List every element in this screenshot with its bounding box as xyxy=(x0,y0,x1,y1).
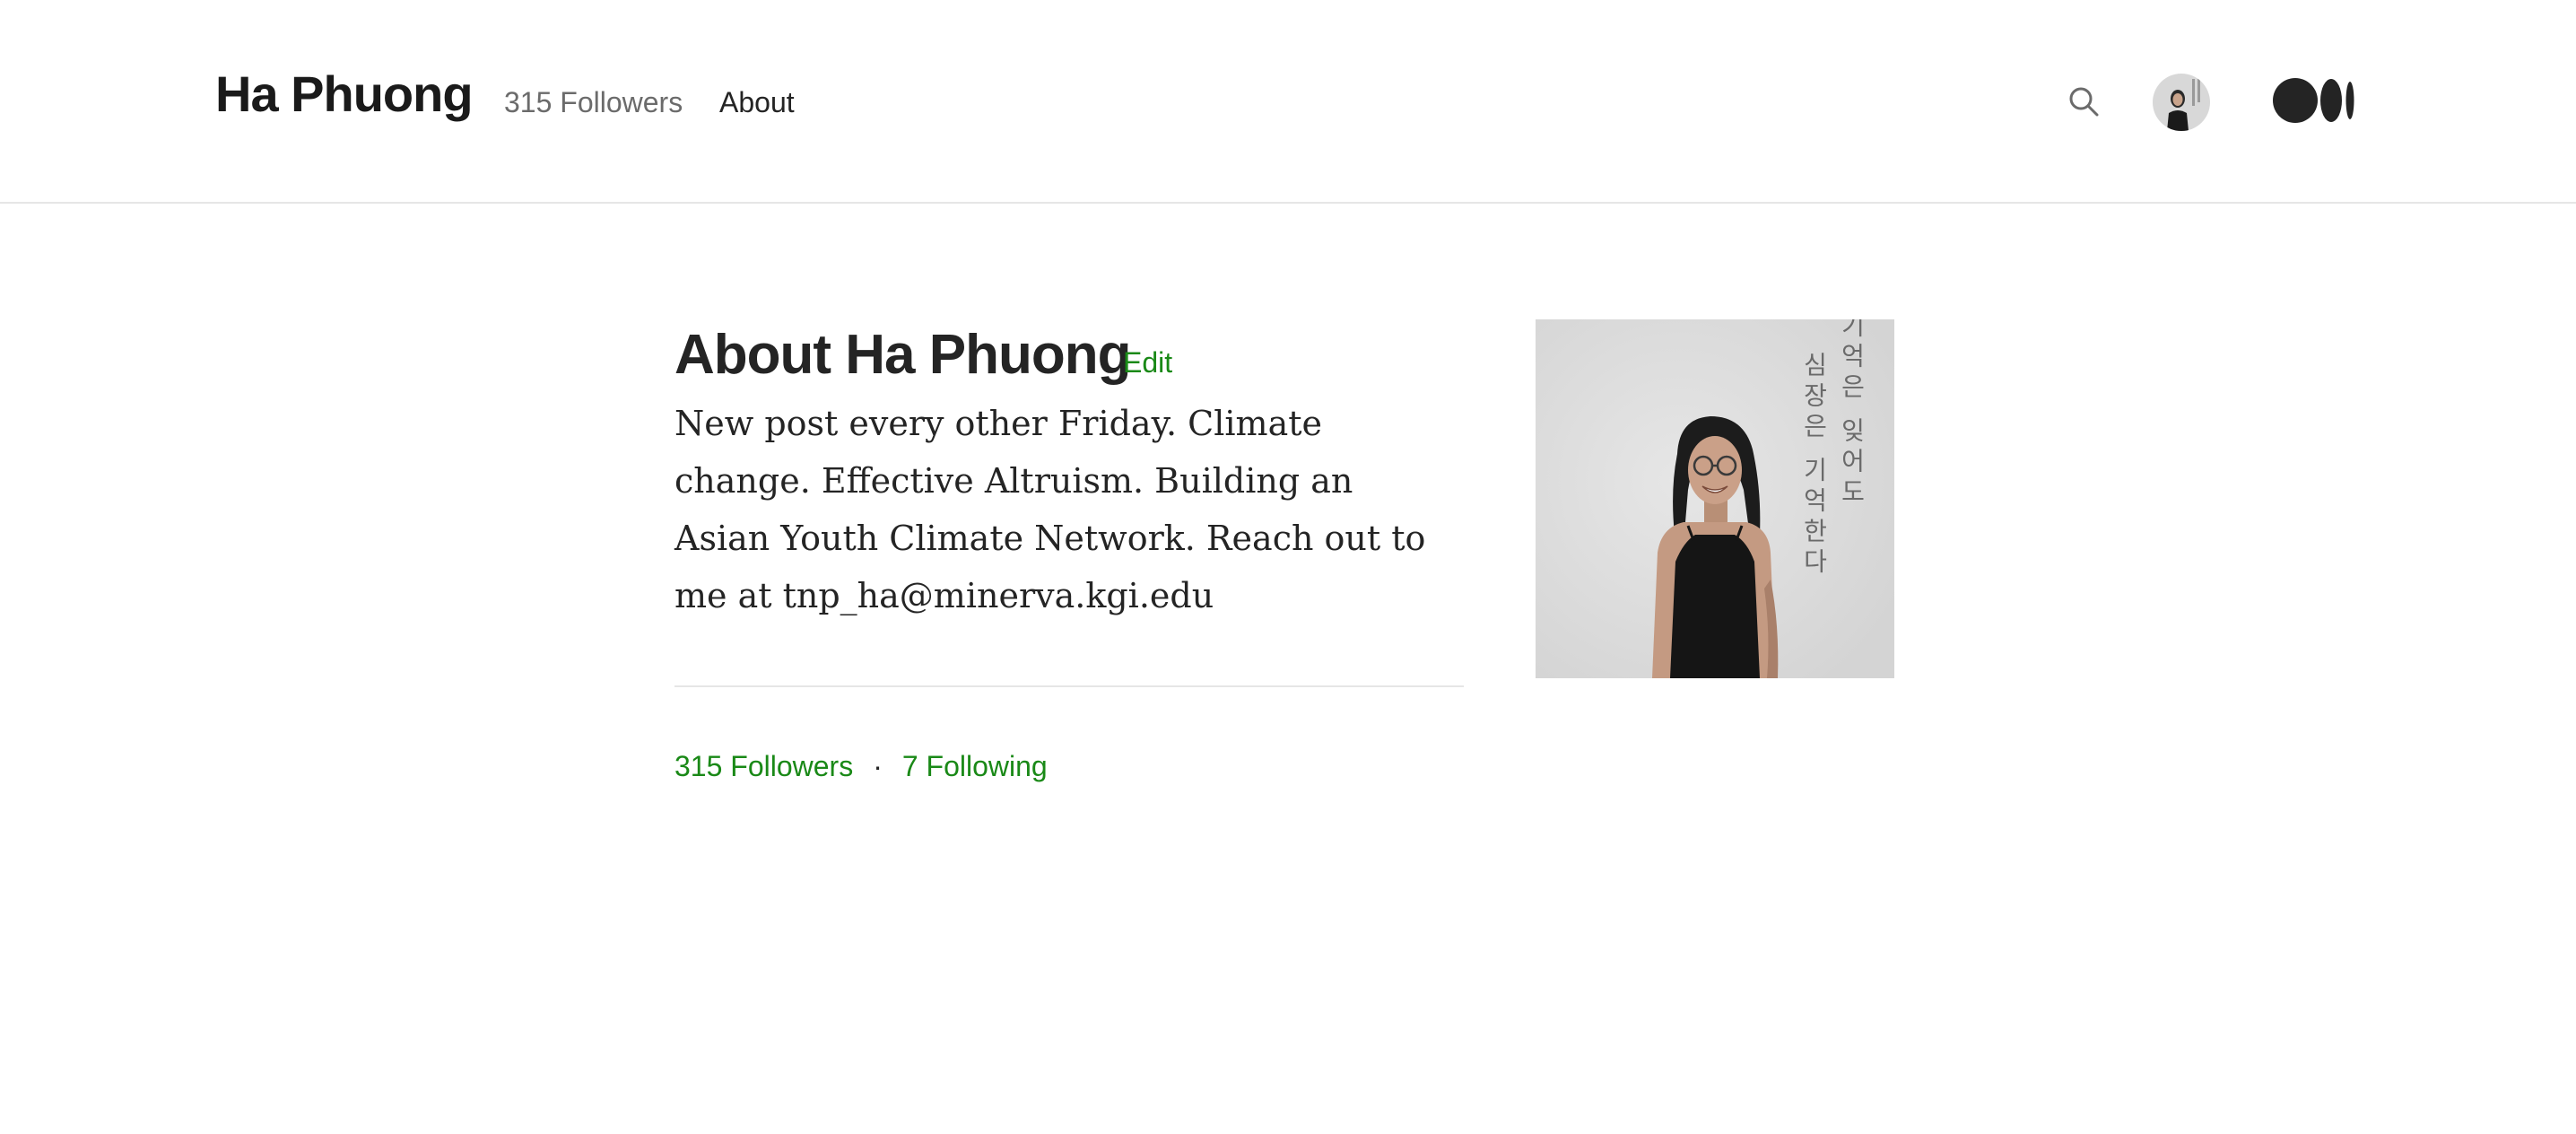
following-link[interactable]: 7 Following xyxy=(902,750,1048,782)
separator-dot: · xyxy=(873,750,883,782)
top-navigation-bar: Ha Phuong 315 Followers About xyxy=(0,0,2576,204)
medium-logo-icon[interactable] xyxy=(2273,77,2355,124)
follow-stats: 315 Followers · 7 Following xyxy=(674,748,1048,784)
nav-followers-link[interactable]: 315 Followers xyxy=(504,84,683,120)
user-avatar[interactable] xyxy=(2153,74,2210,131)
photo-text-column-2: 심장은 기억한다 xyxy=(1799,352,1829,579)
followers-link[interactable]: 315 Followers xyxy=(674,750,853,782)
nav-about-link[interactable]: About xyxy=(719,84,795,120)
search-icon[interactable] xyxy=(2065,83,2104,122)
profile-photo: 기억은 잊어도 심장은 기억한다 xyxy=(1536,319,1894,678)
site-title[interactable]: Ha Phuong xyxy=(215,63,474,126)
medium-logo-graphic xyxy=(2273,78,2354,123)
section-divider xyxy=(674,685,1464,687)
page-title: About Ha Phuong xyxy=(674,324,1131,386)
avatar-image xyxy=(2153,74,2210,131)
search-icon-graphic xyxy=(2069,87,2099,117)
profile-bio: New post every other Friday. Climate cha… xyxy=(674,404,1426,615)
edit-button[interactable]: Edit xyxy=(1123,345,1172,380)
photo-text-column-1: 기억은 잊어도 xyxy=(1837,319,1867,509)
